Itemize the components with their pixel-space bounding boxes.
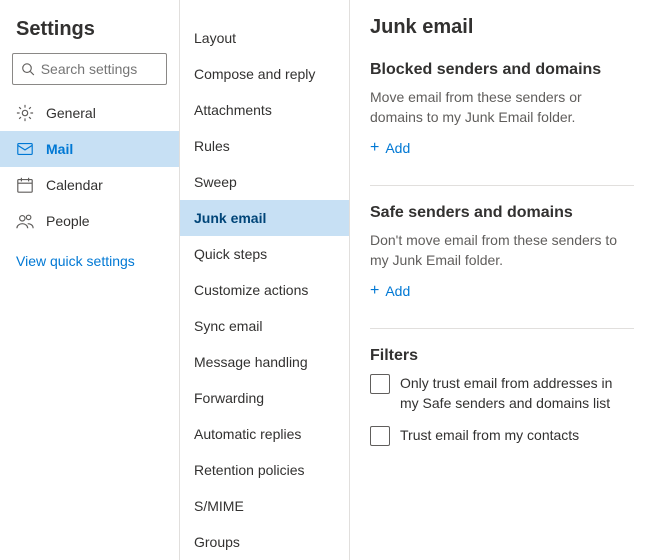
- nav-item-people[interactable]: People: [0, 203, 179, 239]
- filters-title: Filters: [370, 347, 634, 365]
- blocked-title: Blocked senders and domains: [370, 61, 634, 79]
- add-label: Add: [385, 283, 410, 299]
- subnav-automatic-replies[interactable]: Automatic replies: [180, 416, 349, 452]
- subnav-sweep[interactable]: Sweep: [180, 164, 349, 200]
- subnav-junk-email[interactable]: Junk email: [180, 200, 349, 236]
- filter-label: Trust email from my contacts: [400, 425, 579, 445]
- nav-item-mail[interactable]: Mail: [0, 131, 179, 167]
- filter-only-trust-safe[interactable]: Only trust email from addresses in my Sa…: [370, 373, 634, 413]
- subnav-forwarding[interactable]: Forwarding: [180, 380, 349, 416]
- subnav-rules[interactable]: Rules: [180, 128, 349, 164]
- plus-icon: +: [370, 139, 379, 157]
- gear-icon: [16, 104, 34, 122]
- mail-icon: [16, 140, 34, 158]
- nav-item-general[interactable]: General: [0, 95, 179, 131]
- filter-label: Only trust email from addresses in my Sa…: [400, 373, 634, 413]
- filter-trust-contacts[interactable]: Trust email from my contacts: [370, 425, 634, 446]
- settings-sidebar: Settings General Mail Calendar People: [0, 0, 180, 560]
- mail-subnav: Layout Compose and reply Attachments Rul…: [180, 0, 350, 560]
- plus-icon: +: [370, 282, 379, 300]
- subnav-groups[interactable]: Groups: [180, 524, 349, 560]
- nav-item-label: Mail: [46, 141, 73, 157]
- subnav-message-handling[interactable]: Message handling: [180, 344, 349, 380]
- subnav-quick-steps[interactable]: Quick steps: [180, 236, 349, 272]
- filter-only-trust-safe-checkbox[interactable]: [370, 374, 390, 394]
- search-container[interactable]: [12, 53, 167, 85]
- nav-item-label: People: [46, 213, 90, 229]
- add-blocked-button[interactable]: + Add: [370, 139, 410, 157]
- blocked-section: Blocked senders and domains Move email f…: [370, 61, 634, 186]
- search-input[interactable]: [41, 61, 158, 77]
- subnav-customize-actions[interactable]: Customize actions: [180, 272, 349, 308]
- page-title: Junk email: [370, 16, 634, 39]
- nav-list: General Mail Calendar People: [0, 95, 179, 239]
- add-safe-button[interactable]: + Add: [370, 282, 410, 300]
- nav-item-calendar[interactable]: Calendar: [0, 167, 179, 203]
- blocked-desc: Move email from these senders or domains…: [370, 87, 634, 127]
- subnav-smime[interactable]: S/MIME: [180, 488, 349, 524]
- view-quick-settings-link[interactable]: View quick settings: [0, 239, 179, 283]
- safe-title: Safe senders and domains: [370, 204, 634, 222]
- people-icon: [16, 212, 34, 230]
- settings-content: Junk email Blocked senders and domains M…: [350, 0, 654, 560]
- filters-section: Filters Only trust email from addresses …: [370, 347, 634, 486]
- calendar-icon: [16, 176, 34, 194]
- subnav-compose-and-reply[interactable]: Compose and reply: [180, 56, 349, 92]
- subnav-retention-policies[interactable]: Retention policies: [180, 452, 349, 488]
- safe-section: Safe senders and domains Don't move emai…: [370, 204, 634, 329]
- subnav-layout[interactable]: Layout: [180, 20, 349, 56]
- subnav-sync-email[interactable]: Sync email: [180, 308, 349, 344]
- subnav-attachments[interactable]: Attachments: [180, 92, 349, 128]
- settings-title: Settings: [0, 14, 179, 53]
- nav-item-label: General: [46, 105, 96, 121]
- filter-trust-contacts-checkbox[interactable]: [370, 426, 390, 446]
- safe-desc: Don't move email from these senders to m…: [370, 230, 634, 270]
- add-label: Add: [385, 140, 410, 156]
- search-icon: [21, 61, 35, 77]
- nav-item-label: Calendar: [46, 177, 103, 193]
